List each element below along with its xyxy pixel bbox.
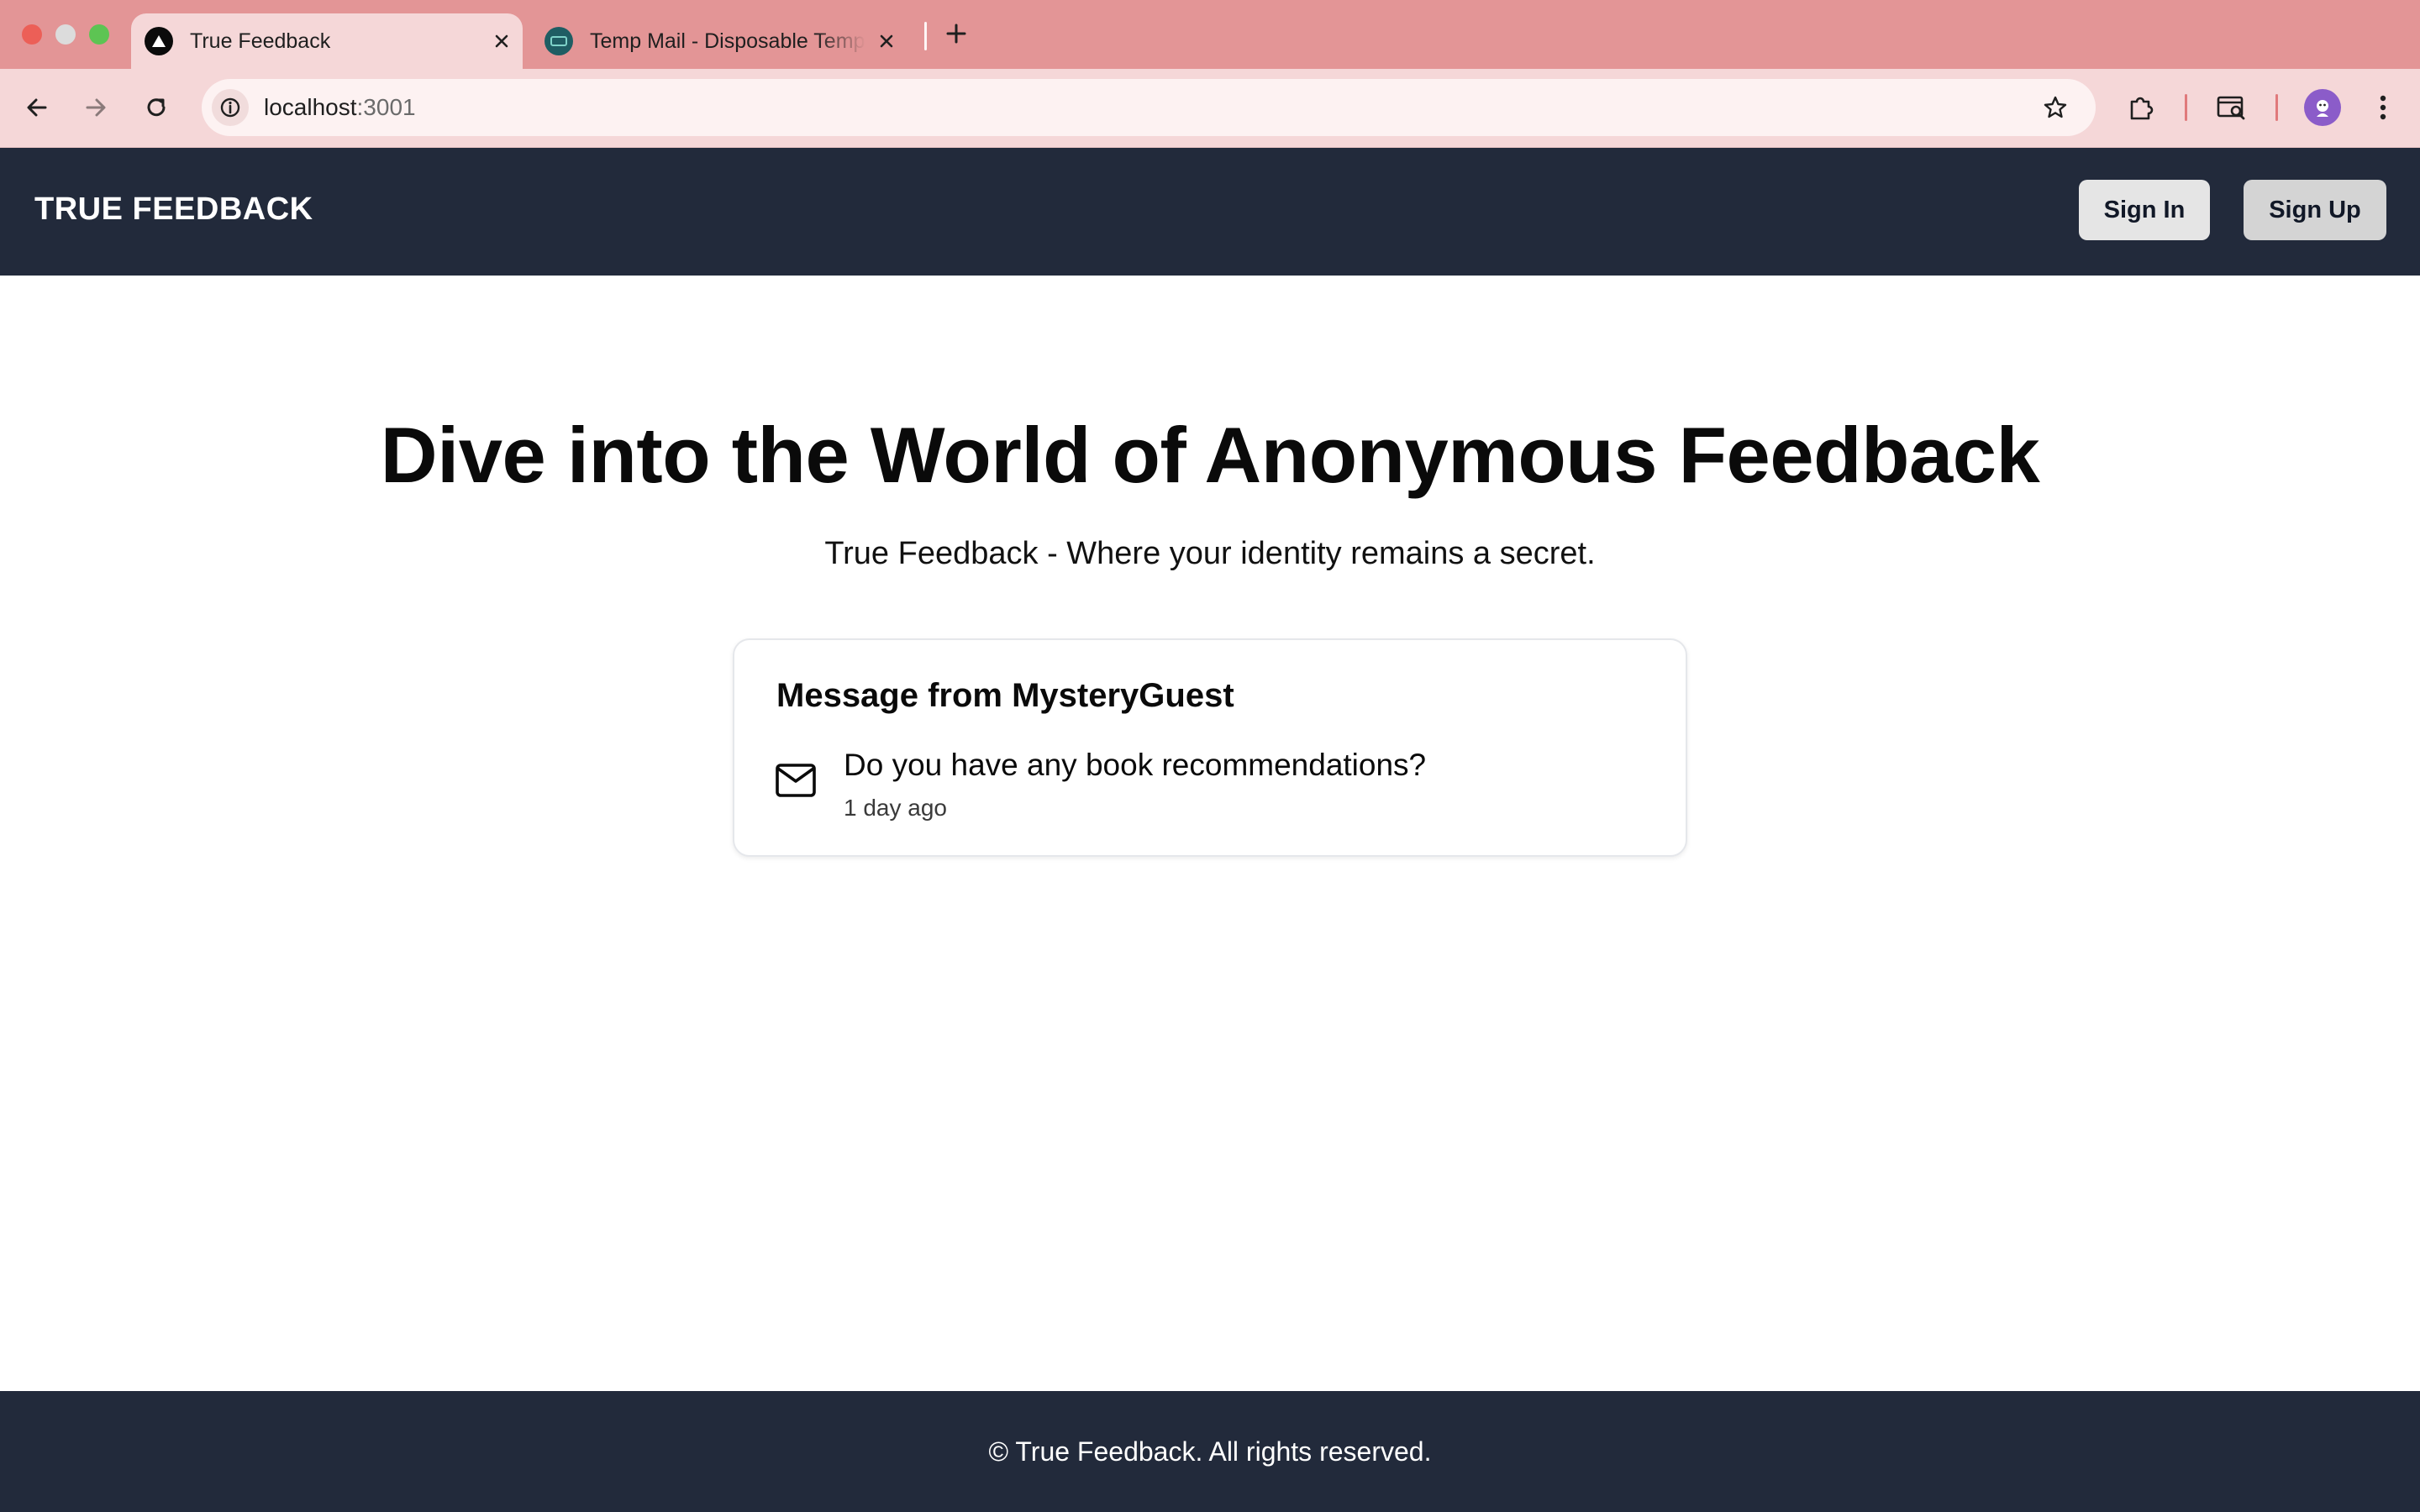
tab-search-icon[interactable] — [2213, 89, 2250, 126]
browser-toolbar: localhost:3001 — [0, 69, 2420, 148]
hero-subtitle: True Feedback - Where your identity rema… — [824, 536, 1596, 571]
window-maximize-button[interactable] — [89, 24, 109, 45]
message-content: Do you have any book recommendations? — [844, 748, 1427, 782]
bookmark-star-icon[interactable] — [2037, 89, 2074, 126]
profile-avatar[interactable] — [2304, 89, 2341, 126]
message-card: Message from MysteryGuest Do you have an… — [733, 638, 1687, 857]
app-navbar: TRUE FEEDBACK Sign In Sign Up — [0, 148, 2420, 276]
tab-title: True Feedback — [190, 29, 331, 53]
sign-in-button[interactable]: Sign In — [2079, 180, 2210, 240]
site-info-icon[interactable] — [212, 89, 249, 126]
footer-copyright: © True Feedback. All rights reserved. — [988, 1436, 1432, 1467]
address-bar[interactable]: localhost:3001 — [202, 79, 2096, 136]
more-menu-icon[interactable] — [2365, 89, 2402, 126]
tab-close-icon[interactable] — [481, 33, 523, 50]
message-card-title: Message from MysteryGuest — [776, 677, 1234, 714]
url-text: localhost:3001 — [264, 94, 416, 120]
message-timestamp: 1 day ago — [844, 795, 947, 821]
window-minimize-button[interactable] — [55, 24, 76, 45]
tab-close-icon[interactable] — [865, 33, 908, 50]
window-close-button[interactable] — [22, 24, 42, 45]
browser-tab-true-feedback[interactable]: True Feedback — [131, 13, 523, 69]
mail-icon — [776, 764, 816, 797]
hero-title: Dive into the World of Anonymous Feedbac… — [380, 411, 2040, 499]
sign-up-button[interactable]: Sign Up — [2244, 180, 2386, 240]
tab-separator — [924, 22, 927, 50]
toolbar-divider — [2185, 94, 2187, 121]
toolbar-divider — [2275, 94, 2278, 121]
extensions-puzzle-icon[interactable] — [2123, 89, 2160, 126]
browser-tab-temp-mail[interactable]: Temp Mail - Disposable Temporary Email — [538, 13, 908, 69]
temp-mail-logo-icon — [544, 27, 573, 55]
page-footer: © True Feedback. All rights reserved. — [0, 1391, 2420, 1512]
reload-icon[interactable] — [138, 89, 175, 126]
back-arrow-icon[interactable] — [18, 89, 55, 126]
new-tab-plus-icon[interactable] — [939, 17, 973, 50]
browser-tab-strip: True Feedback Temp Mail - Disposable Tem… — [0, 0, 2420, 69]
triangle-logo-icon — [145, 27, 173, 55]
tab-title: Temp Mail - Disposable Temporary Email — [590, 29, 865, 53]
forward-arrow-icon[interactable] — [77, 89, 114, 126]
brand-logo-text[interactable]: TRUE FEEDBACK — [34, 192, 313, 228]
